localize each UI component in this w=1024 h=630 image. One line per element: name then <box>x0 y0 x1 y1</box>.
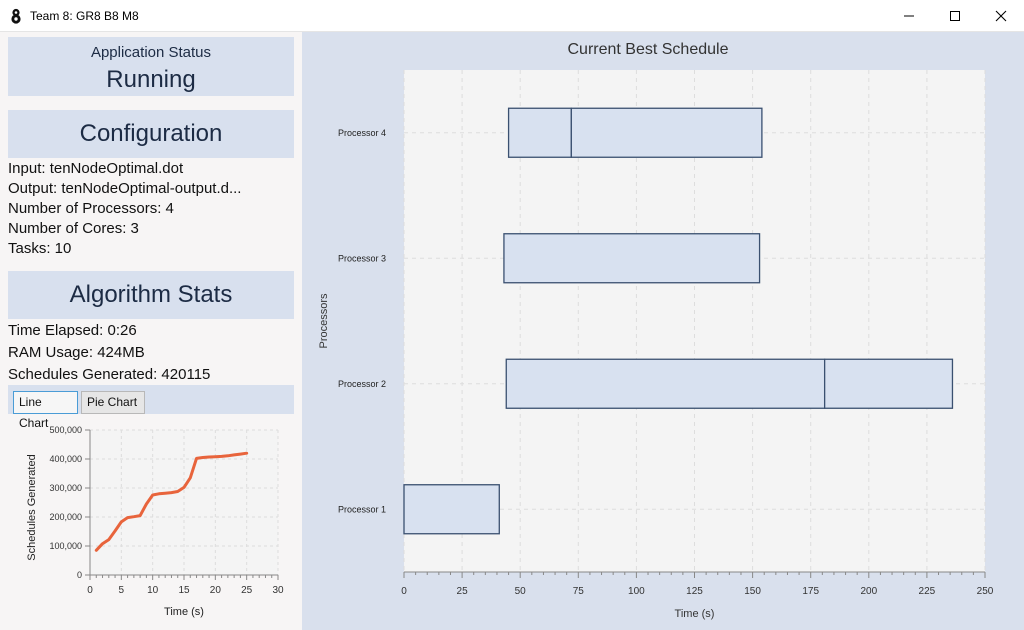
line-chart-x-tick-label: 5 <box>119 585 125 596</box>
gantt-x-tick-label: 75 <box>573 586 585 597</box>
algorithm-stats-header: Algorithm Stats <box>8 271 294 319</box>
configuration-heading: Configuration <box>79 120 223 147</box>
gantt-task-bar <box>403 484 500 535</box>
minimize-icon <box>904 15 914 16</box>
gantt-y-tick-label: Processor 3 <box>338 253 386 263</box>
line-chart-x-tick-label: 20 <box>210 585 222 596</box>
config-processors-line: Number of Processors: 4 <box>8 200 174 217</box>
line-chart-y-tick-label: 400,000 <box>49 454 82 464</box>
status-value: Running <box>106 66 196 93</box>
close-button[interactable] <box>978 0 1024 31</box>
config-output-line: Output: tenNodeOptimal-output.d... <box>8 180 242 197</box>
gantt-task-bar <box>507 107 572 158</box>
line-chart-x-tick-label: 25 <box>241 585 253 596</box>
stat-schedules-generated: Schedules Generated: 420115 <box>8 366 211 383</box>
gantt-y-label: Processors <box>318 293 330 349</box>
window-titlebar: Team 8: GR8 B8 M8 <box>0 0 1024 32</box>
status-box: Application Status Running <box>8 37 294 96</box>
configuration-header: Configuration <box>8 110 294 158</box>
gantt-x-tick-label: 100 <box>628 586 645 597</box>
left-panel: Application Status Running Configuration… <box>0 32 302 630</box>
line-chart-x-tick-label: 0 <box>87 585 93 596</box>
app-logo-icon <box>11 8 21 24</box>
tab-line-chart[interactable]: Line Chart <box>13 391 78 430</box>
tab-pie-chart[interactable]: Pie Chart <box>81 391 145 414</box>
line-chart-x-tick-label: 30 <box>272 585 284 596</box>
line-chart-y-tick-label: 500,000 <box>49 425 82 435</box>
gantt-task-bar <box>505 358 826 409</box>
gantt-x-tick-label: 250 <box>977 586 994 597</box>
gantt-x-tick-label: 125 <box>686 586 703 597</box>
schedule-gantt-chart: Current Best Schedule 0 25 50 75 100 125 150 175… <box>318 41 994 620</box>
right-panel: Current Best Schedule 0 25 50 75 100 125 150 175… <box>302 32 1024 630</box>
line-chart-y-tick-label: 200,000 <box>49 512 82 522</box>
gantt-task-bar <box>570 107 763 158</box>
gantt-y-tick-label: Processor 1 <box>338 504 386 514</box>
maximize-button[interactable] <box>932 0 978 31</box>
maximize-icon <box>950 10 960 21</box>
gantt-x-tick-label: 225 <box>919 586 936 597</box>
schedules-line-chart: 0 5 10 15 20 25 30 0 100,000 200,000 300,000 400,00… <box>26 425 284 618</box>
chart-tabs: Line Chart Pie Chart <box>8 385 294 430</box>
stat-time-elapsed: Time Elapsed: 0:26 <box>8 322 137 339</box>
close-icon <box>995 10 1007 21</box>
gantt-task-bar <box>503 233 761 284</box>
minimize-button[interactable] <box>886 0 932 31</box>
gantt-y-tick-label: Processor 4 <box>338 128 386 138</box>
gantt-x-tick-label: 150 <box>744 586 761 597</box>
line-chart-y-tick-label: 300,000 <box>49 483 82 493</box>
line-chart-x-label: Time (s) <box>164 606 204 618</box>
gantt-y-tick-label: Processor 2 <box>338 379 386 389</box>
config-cores-line: Number of Cores: 3 <box>8 220 139 237</box>
gantt-title: Current Best Schedule <box>568 41 729 58</box>
status-label: Application Status <box>90 44 212 61</box>
stat-ram-usage: RAM Usage: 424MB <box>8 344 145 361</box>
config-tasks-line: Tasks: 10 <box>8 240 72 257</box>
gantt-task-bar <box>823 358 954 409</box>
line-chart-x-tick-label: 10 <box>147 585 159 596</box>
gantt-x-tick-label: 175 <box>802 586 819 597</box>
line-chart-x-tick-label: 15 <box>178 585 190 596</box>
gantt-x-label: Time (s) <box>675 608 715 620</box>
window-title: Team 8: GR8 B8 M8 <box>30 9 139 23</box>
algorithm-stats-heading: Algorithm Stats <box>69 281 233 308</box>
line-chart-y-tick-label: 100,000 <box>49 541 82 551</box>
line-chart-y-label: Schedules Generated <box>26 454 38 560</box>
gantt-x-tick-label: 200 <box>860 586 877 597</box>
config-input-line: Input: tenNodeOptimal.dot <box>8 160 184 177</box>
line-chart-y-tick-label: 0 <box>77 570 82 580</box>
gantt-x-tick-label: 50 <box>515 586 527 597</box>
gantt-x-tick-label: 25 <box>457 586 469 597</box>
gantt-x-tick-label: 0 <box>401 586 407 597</box>
